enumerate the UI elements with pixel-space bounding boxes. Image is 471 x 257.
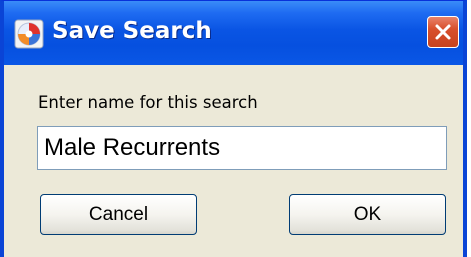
search-name-prompt: Enter name for this search [38, 93, 258, 112]
dialog-title: Save Search [52, 18, 212, 44]
close-button[interactable] [427, 16, 459, 48]
save-search-app-icon [14, 19, 44, 49]
title-bar[interactable]: Save Search [4, 1, 463, 65]
ok-button[interactable]: OK [289, 194, 446, 235]
close-icon [434, 23, 452, 41]
save-search-dialog: Save Search Enter name for this search C… [0, 0, 467, 257]
search-name-input[interactable] [37, 126, 447, 170]
cancel-button[interactable]: Cancel [40, 194, 197, 235]
